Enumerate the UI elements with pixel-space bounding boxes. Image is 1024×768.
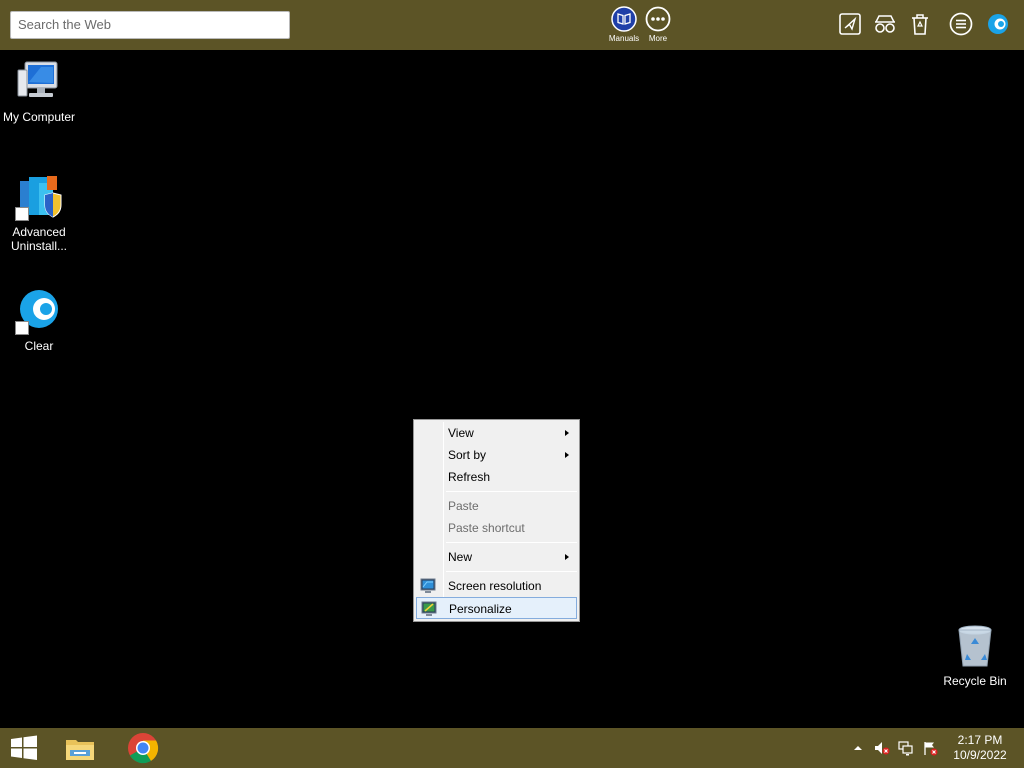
menu-item-label: Personalize (449, 602, 512, 616)
clear-icon (15, 287, 63, 335)
action-center-flag-icon[interactable] (922, 740, 938, 756)
clock-date: 10/9/2022 (953, 748, 1007, 762)
file-explorer-icon[interactable] (64, 732, 96, 764)
top-toolbar: Search the Web Manuals More (0, 0, 1024, 50)
submenu-arrow-icon (565, 554, 569, 560)
menu-item-label: New (448, 550, 473, 564)
screen-resolution-icon (420, 578, 436, 593)
desktop-icon-label-line1: Advanced (12, 225, 66, 239)
shortcut-arrow-icon (15, 207, 29, 221)
computer-icon (17, 61, 58, 97)
more-dots-icon (645, 6, 671, 32)
menu-item-new[interactable]: New (416, 546, 577, 568)
menu-item-sort-by[interactable]: Sort by (416, 444, 577, 466)
glasses-icon[interactable] (873, 12, 897, 36)
menu-item-screen-resolution[interactable]: Screen resolution (416, 575, 577, 597)
more-button[interactable]: More (638, 6, 678, 46)
menu-item-view[interactable]: View (416, 422, 577, 444)
desktop-icon-label: My Computer (2, 110, 76, 124)
recycle-bin-icon (958, 625, 992, 667)
uninstaller-icon (15, 173, 63, 221)
chrome-icon[interactable] (127, 732, 159, 764)
app-logo-icon[interactable] (986, 12, 1010, 36)
menu-item-label: Paste shortcut (448, 521, 525, 535)
menu-separator (446, 542, 577, 543)
menu-item-refresh[interactable]: Refresh (416, 466, 577, 488)
desktop-icon-label: Advanced Uninstall... (0, 225, 78, 253)
menu-item-label: Paste (448, 499, 479, 513)
search-input[interactable]: Search the Web (10, 11, 290, 39)
volume-muted-icon[interactable] (874, 740, 890, 756)
desktop-icon-recycle-bin[interactable]: Recycle Bin (936, 622, 1014, 688)
submenu-arrow-icon (565, 452, 569, 458)
menu-item-label: Sort by (448, 448, 487, 462)
system-clock[interactable]: 2:17 PM 10/9/2022 (940, 733, 1020, 763)
send-icon[interactable] (838, 12, 862, 36)
network-icon[interactable] (898, 740, 914, 756)
desktop-icon-label-line2: Uninstall... (10, 239, 68, 253)
show-hidden-icons-chevron[interactable] (850, 740, 866, 756)
menu-item-label: View (448, 426, 474, 440)
menu-item-label: Screen resolution (448, 579, 542, 593)
shortcut-arrow-icon (15, 321, 29, 335)
desktop-icon-clear[interactable]: Clear (0, 287, 78, 353)
desktop-icon-advanced-uninstaller[interactable]: Advanced Uninstall... (0, 173, 78, 253)
menu-icon[interactable] (949, 12, 973, 36)
menu-separator (446, 571, 577, 572)
taskbar: 2:17 PM 10/9/2022 (0, 728, 1024, 768)
menu-separator (446, 491, 577, 492)
windows-start-icon[interactable] (8, 732, 40, 764)
desktop-icon-label: Recycle Bin (943, 674, 1007, 688)
clock-time: 2:17 PM (957, 733, 1003, 747)
menu-item-personalize[interactable]: Personalize (416, 597, 577, 619)
desktop-icon-my-computer[interactable]: My Computer (0, 58, 78, 124)
personalize-icon (421, 601, 437, 616)
menu-item-paste-shortcut: Paste shortcut (416, 517, 577, 539)
menu-item-paste: Paste (416, 495, 577, 517)
desktop-context-menu: View Sort by Refresh Paste Paste shortcu… (413, 419, 580, 622)
trash-icon[interactable] (908, 12, 932, 36)
desktop-icon-label: Clear (24, 339, 54, 353)
submenu-arrow-icon (565, 430, 569, 436)
menu-item-label: Refresh (448, 470, 491, 484)
more-label: More (648, 34, 668, 43)
book-icon (611, 6, 637, 32)
